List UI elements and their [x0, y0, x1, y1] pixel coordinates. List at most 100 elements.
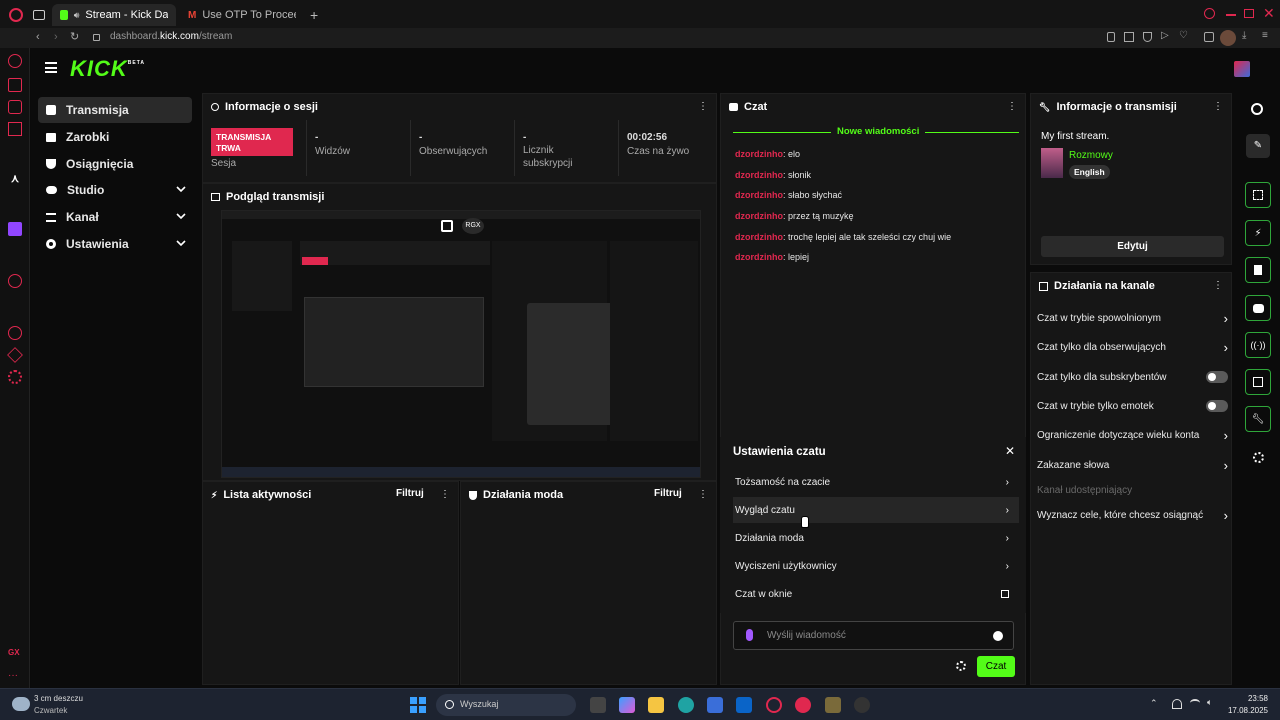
- screenshot-icon[interactable]: [1124, 32, 1134, 42]
- history-icon[interactable]: [8, 326, 22, 340]
- maximize-icon[interactable]: [1244, 9, 1254, 18]
- clock-time[interactable]: 23:58: [1222, 694, 1268, 703]
- gx-icon[interactable]: GX: [8, 648, 22, 662]
- edit-button[interactable]: Edytuj: [1041, 236, 1224, 257]
- kebab-menu-icon[interactable]: ⋮: [698, 489, 708, 500]
- mic-icon[interactable]: [746, 629, 753, 641]
- close-icon[interactable]: ✕: [1005, 444, 1015, 458]
- bag-icon[interactable]: [8, 78, 22, 92]
- chat-username[interactable]: dzordzinho: [735, 190, 783, 200]
- download-icon[interactable]: ⤓: [1242, 30, 1246, 41]
- kebab-menu-icon[interactable]: ⋮: [440, 489, 450, 500]
- more-rail-icon[interactable]: ···: [8, 670, 22, 684]
- profile-avatar[interactable]: [1220, 30, 1236, 46]
- category-link[interactable]: Rozmowy: [1069, 150, 1113, 161]
- new-tab-plus-icon[interactable]: +: [310, 7, 318, 23]
- action-slow-mode[interactable]: Czat w trybie spowolnionym ›: [1037, 307, 1228, 329]
- sidebar-item-zarobki[interactable]: Zarobki: [38, 124, 192, 150]
- setting-mod-actions[interactable]: Działania moda ›: [733, 525, 1019, 551]
- cube-icon[interactable]: [7, 347, 23, 363]
- action-account-age[interactable]: Ograniczenie dotyczące wieku konta ›: [1037, 424, 1228, 446]
- play-icon[interactable]: ▷: [1161, 30, 1169, 41]
- tray-volume-icon[interactable]: 🔈︎: [1207, 697, 1212, 708]
- speaker-icon[interactable]: 🔊︎: [74, 10, 80, 21]
- tray-chevron-icon[interactable]: ⌃: [1150, 698, 1158, 709]
- url-field[interactable]: dashboard.kick.com/stream: [110, 31, 232, 42]
- rail-button-wrench[interactable]: 🔧︎: [1245, 406, 1271, 432]
- eye-icon[interactable]: [1251, 103, 1263, 115]
- popout-icon[interactable]: [441, 220, 453, 232]
- filter-button[interactable]: Filtruj: [396, 488, 424, 499]
- rail-button-notes[interactable]: [1245, 257, 1271, 283]
- chat-settings-gear-icon[interactable]: [956, 661, 966, 671]
- kebab-menu-icon[interactable]: ⋮: [698, 101, 708, 112]
- action-emote-only[interactable]: Czat w trybie tylko emotek: [1037, 395, 1228, 417]
- search-tabs-icon[interactable]: [1204, 8, 1215, 19]
- setting-popout-chat[interactable]: Czat w oknie: [733, 581, 1019, 607]
- chat-username[interactable]: dzordzinho: [735, 252, 783, 262]
- back-icon[interactable]: ‹: [36, 31, 40, 43]
- task-view-icon[interactable]: [590, 697, 606, 713]
- rail-button-bolt[interactable]: ⚡︎: [1245, 220, 1271, 246]
- chat-username[interactable]: dzordzinho: [735, 170, 783, 180]
- kebab-menu-icon[interactable]: ⋮: [1213, 101, 1223, 112]
- tab-gmail[interactable]: M Use OTP To Proceed - are: [180, 4, 304, 26]
- kick-rail-icon[interactable]: ⋏: [8, 172, 22, 186]
- setting-muted-users[interactable]: Wyciszeni użytkownicy ›: [733, 553, 1019, 579]
- settings-rail-icon[interactable]: [8, 370, 22, 384]
- stream-preview-video[interactable]: [221, 210, 701, 478]
- emoji-icon[interactable]: [993, 631, 1003, 641]
- copilot-icon[interactable]: [619, 697, 635, 713]
- kick-logo[interactable]: KICKBETA: [70, 56, 145, 82]
- rail-button-chat[interactable]: [1245, 295, 1271, 321]
- tab-kick-dashboard[interactable]: 🔊︎ Stream - Kick Dashbo: [52, 4, 176, 26]
- rail-button-broadcast[interactable]: ((·)): [1245, 332, 1271, 358]
- sidebar-item-transmisja[interactable]: Transmisja: [38, 97, 192, 123]
- apps-icon[interactable]: [1253, 452, 1264, 463]
- sidebar-item-ustawienia[interactable]: Ustawienia: [38, 231, 192, 257]
- youtube-icon[interactable]: [8, 274, 22, 288]
- minimize-icon[interactable]: [1226, 14, 1236, 16]
- preview-badge[interactable]: RGX: [462, 218, 484, 234]
- clock-date[interactable]: 17.08.2025: [1222, 706, 1268, 715]
- forward-icon[interactable]: ›: [54, 31, 58, 43]
- weather-icon[interactable]: [12, 697, 30, 711]
- sidebar-item-kanal[interactable]: Kanał: [38, 204, 192, 230]
- gamepad-rail-icon[interactable]: [8, 100, 22, 114]
- pin-icon[interactable]: [1107, 32, 1115, 42]
- twitch-icon[interactable]: [8, 222, 22, 236]
- chat-input[interactable]: Wyślij wiadomość: [733, 621, 1014, 650]
- chat-username[interactable]: dzordzinho: [735, 211, 783, 221]
- send-chat-button[interactable]: Czat: [977, 656, 1015, 677]
- rail-button-clip[interactable]: [1245, 182, 1271, 208]
- chat-username[interactable]: dzordzinho: [735, 149, 783, 159]
- sidebar-item-studio[interactable]: Studio: [38, 177, 192, 203]
- taskbar-search[interactable]: Wyszukaj: [436, 694, 576, 716]
- user-avatar[interactable]: [1234, 61, 1250, 77]
- edge-icon[interactable]: [678, 697, 694, 713]
- subscribers-only-toggle[interactable]: [1206, 371, 1228, 383]
- app-red-icon[interactable]: [795, 697, 811, 713]
- close-window-icon[interactable]: ✕: [1263, 5, 1275, 22]
- opera-logo-icon[interactable]: [9, 8, 23, 22]
- opera-ai-icon[interactable]: [8, 54, 22, 68]
- news-icon[interactable]: [8, 122, 22, 136]
- extensions-icon[interactable]: [1204, 32, 1214, 42]
- setting-chat-appearance[interactable]: Wygląd czatu ›: [733, 497, 1019, 523]
- filter-button[interactable]: Filtruj: [654, 488, 682, 499]
- app-folder-icon[interactable]: [825, 697, 841, 713]
- tray-wifi-icon[interactable]: [1190, 699, 1200, 707]
- kebab-menu-icon[interactable]: ⋮: [1213, 280, 1223, 291]
- tray-network-icon[interactable]: [1172, 699, 1182, 709]
- outlook-icon[interactable]: [736, 697, 752, 713]
- file-explorer-icon[interactable]: [648, 697, 664, 713]
- kebab-menu-icon[interactable]: ⋮: [1007, 101, 1017, 112]
- opera-gx-taskbar-icon[interactable]: [766, 697, 782, 713]
- rail-button-list[interactable]: [1245, 369, 1271, 395]
- action-banned-words[interactable]: Zakazane słowa ›: [1037, 454, 1228, 476]
- heart-icon[interactable]: ♡: [1179, 30, 1188, 41]
- action-set-goals[interactable]: Wyznacz cele, które chcesz osiągnąć ›: [1037, 504, 1228, 526]
- windows-start-icon[interactable]: [410, 697, 426, 713]
- setting-chat-identity[interactable]: Tożsamość na czacie ›: [733, 469, 1019, 495]
- app-dark-icon[interactable]: [854, 697, 870, 713]
